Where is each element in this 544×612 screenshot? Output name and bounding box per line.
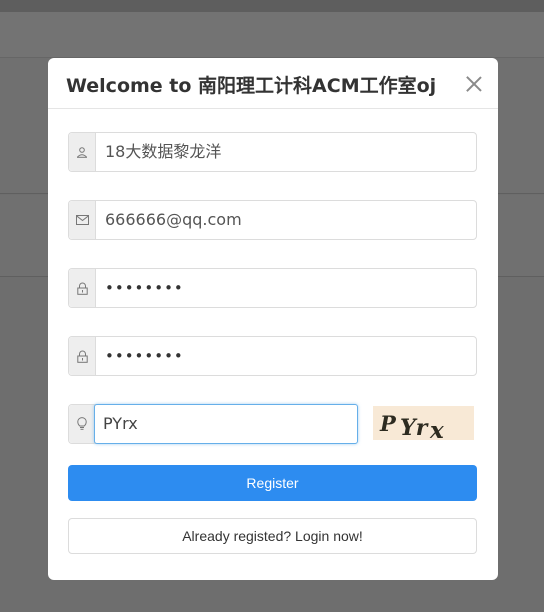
register-modal: Welcome to 南阳理工计科ACM工作室oj 18大数据黎龙洋 66666… <box>48 58 498 580</box>
modal-title: Welcome to 南阳理工计科ACM工作室oj <box>66 75 437 97</box>
mail-icon <box>69 201 96 239</box>
background-navbar <box>0 12 544 58</box>
register-button[interactable]: Register <box>68 465 477 501</box>
close-button[interactable] <box>466 76 482 92</box>
email-field: 666666@qq.com <box>68 200 477 240</box>
password-again-field: •••••••• <box>68 336 477 376</box>
password-input[interactable]: •••••••• <box>96 269 476 307</box>
lock-icon <box>69 269 96 307</box>
email-input[interactable]: 666666@qq.com <box>96 201 476 239</box>
password-field: •••••••• <box>68 268 477 308</box>
user-icon <box>69 133 96 171</box>
lock-icon <box>69 337 96 375</box>
modal-header: Welcome to 南阳理工计科ACM工作室oj <box>48 58 498 109</box>
username-input[interactable]: 18大数据黎龙洋 <box>96 133 476 171</box>
password-again-input[interactable]: •••••••• <box>96 337 476 375</box>
captcha-image[interactable]: P Yr x <box>373 406 474 444</box>
username-field: 18大数据黎龙洋 <box>68 132 477 172</box>
login-now-button[interactable]: Already registed? Login now! <box>68 518 477 554</box>
captcha-input[interactable]: PYrx <box>94 404 358 444</box>
background-topbar <box>0 0 544 12</box>
bulb-icon <box>69 405 95 443</box>
